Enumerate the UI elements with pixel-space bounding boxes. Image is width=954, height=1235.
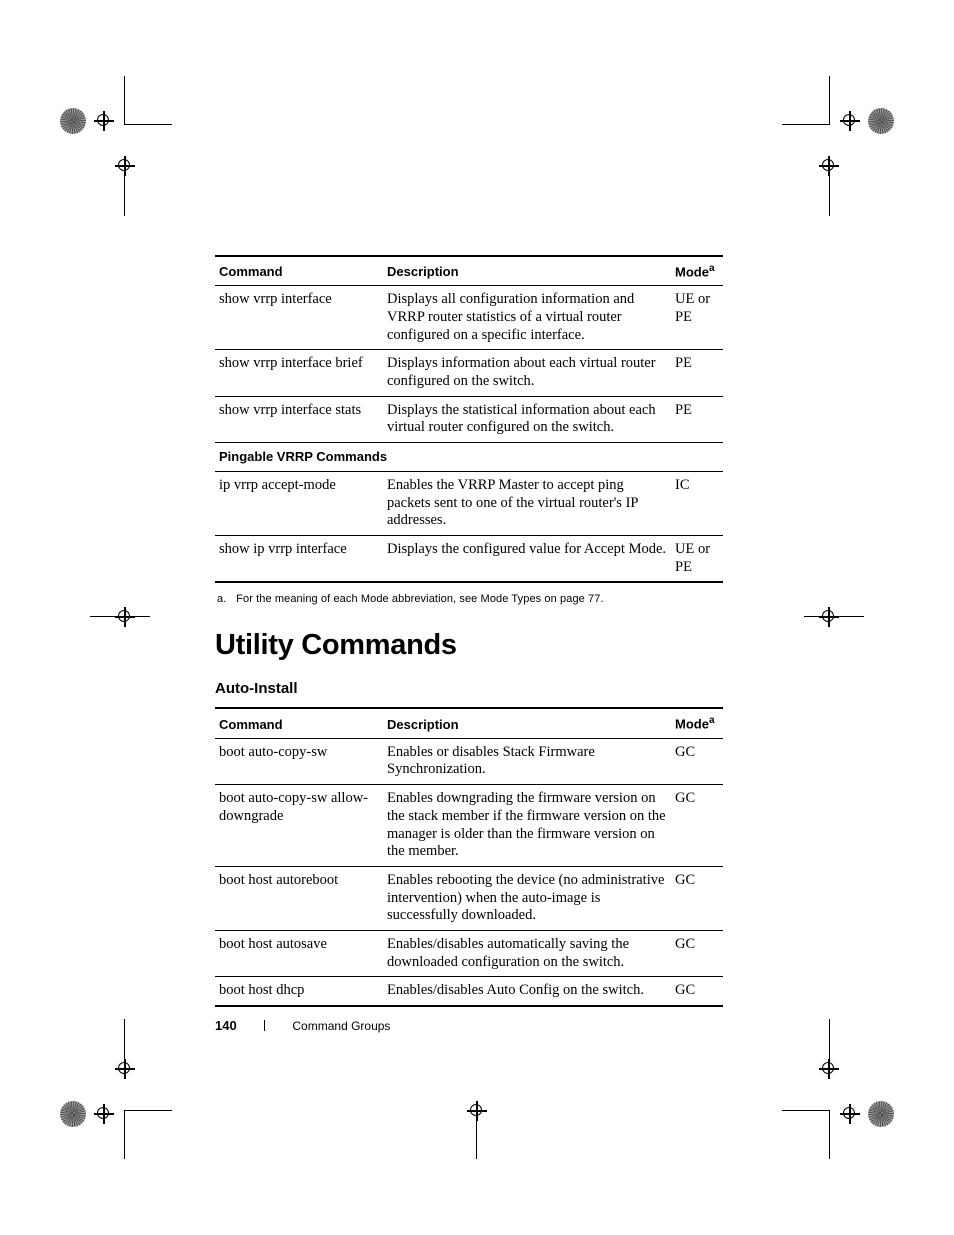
cell-mode: GC <box>671 866 723 930</box>
cell-command: show ip vrrp interface <box>215 536 383 583</box>
cell-description: Enables downgrading the firmware version… <box>383 785 671 867</box>
cell-mode: UE or PE <box>671 536 723 583</box>
footnote-marker: a. <box>217 593 233 605</box>
table-header-row: Command Description Modea <box>215 708 723 738</box>
col-command: Command <box>215 708 383 738</box>
cell-description: Displays the configured value for Accept… <box>383 536 671 583</box>
cell-mode: IC <box>671 472 723 536</box>
page: Command Description Modea show vrrp inte… <box>0 0 954 1235</box>
subsection-heading-auto-install: Auto-Install <box>215 680 723 697</box>
col-description: Description <box>383 256 671 286</box>
col-command: Command <box>215 256 383 286</box>
cell-mode: PE <box>671 396 723 442</box>
cell-description: Enables rebooting the device (no adminis… <box>383 866 671 930</box>
page-footer: 140 Command Groups <box>215 1018 723 1033</box>
section-label: Pingable VRRP Commands <box>215 443 723 472</box>
cell-command: show vrrp interface <box>215 286 383 350</box>
crop-mark <box>60 1049 170 1159</box>
table-footnote: a. For the meaning of each Mode abbrevia… <box>215 593 723 605</box>
table-row: boot host autosave Enables/disables auto… <box>215 930 723 976</box>
auto-install-commands-table: Command Description Modea boot auto-copy… <box>215 707 723 1007</box>
crop-mark <box>422 1049 532 1159</box>
crop-mark <box>60 76 170 186</box>
footer-divider-icon <box>264 1020 265 1031</box>
cell-command: ip vrrp accept-mode <box>215 472 383 536</box>
cell-command: boot host autosave <box>215 930 383 976</box>
cell-mode: PE <box>671 350 723 396</box>
cell-mode: GC <box>671 785 723 867</box>
table-row: show vrrp interface Displays all configu… <box>215 286 723 350</box>
crop-mark <box>60 562 170 672</box>
cell-command: boot host dhcp <box>215 977 383 1006</box>
crop-mark <box>784 1049 894 1159</box>
table-row: boot host dhcp Enables/disables Auto Con… <box>215 977 723 1006</box>
table-row: show ip vrrp interface Displays the conf… <box>215 536 723 583</box>
footer-section-name: Command Groups <box>292 1019 390 1033</box>
cell-description: Displays information about each virtual … <box>383 350 671 396</box>
crop-mark <box>784 562 894 672</box>
cell-description: Enables/disables automatically saving th… <box>383 930 671 976</box>
table-row: boot auto-copy-sw Enables or disables St… <box>215 738 723 784</box>
cell-command: show vrrp interface stats <box>215 396 383 442</box>
cell-description: Displays the statistical information abo… <box>383 396 671 442</box>
cell-command: show vrrp interface brief <box>215 350 383 396</box>
cell-description: Enables the VRRP Master to accept ping p… <box>383 472 671 536</box>
table-row: ip vrrp accept-mode Enables the VRRP Mas… <box>215 472 723 536</box>
cell-mode: UE or PE <box>671 286 723 350</box>
cell-mode: GC <box>671 977 723 1006</box>
cell-mode: GC <box>671 738 723 784</box>
cell-description: Enables or disables Stack Firmware Synch… <box>383 738 671 784</box>
table-row: show vrrp interface stats Displays the s… <box>215 396 723 442</box>
col-description: Description <box>383 708 671 738</box>
cell-command: boot auto-copy-sw <box>215 738 383 784</box>
footnote-text: For the meaning of each Mode abbreviatio… <box>236 593 604 605</box>
table-section-row: Pingable VRRP Commands <box>215 443 723 472</box>
cell-description: Displays all configuration information a… <box>383 286 671 350</box>
cell-command: boot auto-copy-sw allow-downgrade <box>215 785 383 867</box>
page-content: Command Description Modea show vrrp inte… <box>215 255 723 1007</box>
col-mode: Modea <box>671 256 723 286</box>
table-row: boot host autoreboot Enables rebooting t… <box>215 866 723 930</box>
section-heading-utility-commands: Utility Commands <box>215 629 723 662</box>
table-row: boot auto-copy-sw allow-downgrade Enable… <box>215 785 723 867</box>
crop-mark <box>784 76 894 186</box>
page-number: 140 <box>215 1018 237 1033</box>
table-row: show vrrp interface brief Displays infor… <box>215 350 723 396</box>
table-header-row: Command Description Modea <box>215 256 723 286</box>
cell-command: boot host autoreboot <box>215 866 383 930</box>
cell-description: Enables/disables Auto Config on the swit… <box>383 977 671 1006</box>
col-mode: Modea <box>671 708 723 738</box>
vrrp-commands-table: Command Description Modea show vrrp inte… <box>215 255 723 583</box>
cell-mode: GC <box>671 930 723 976</box>
